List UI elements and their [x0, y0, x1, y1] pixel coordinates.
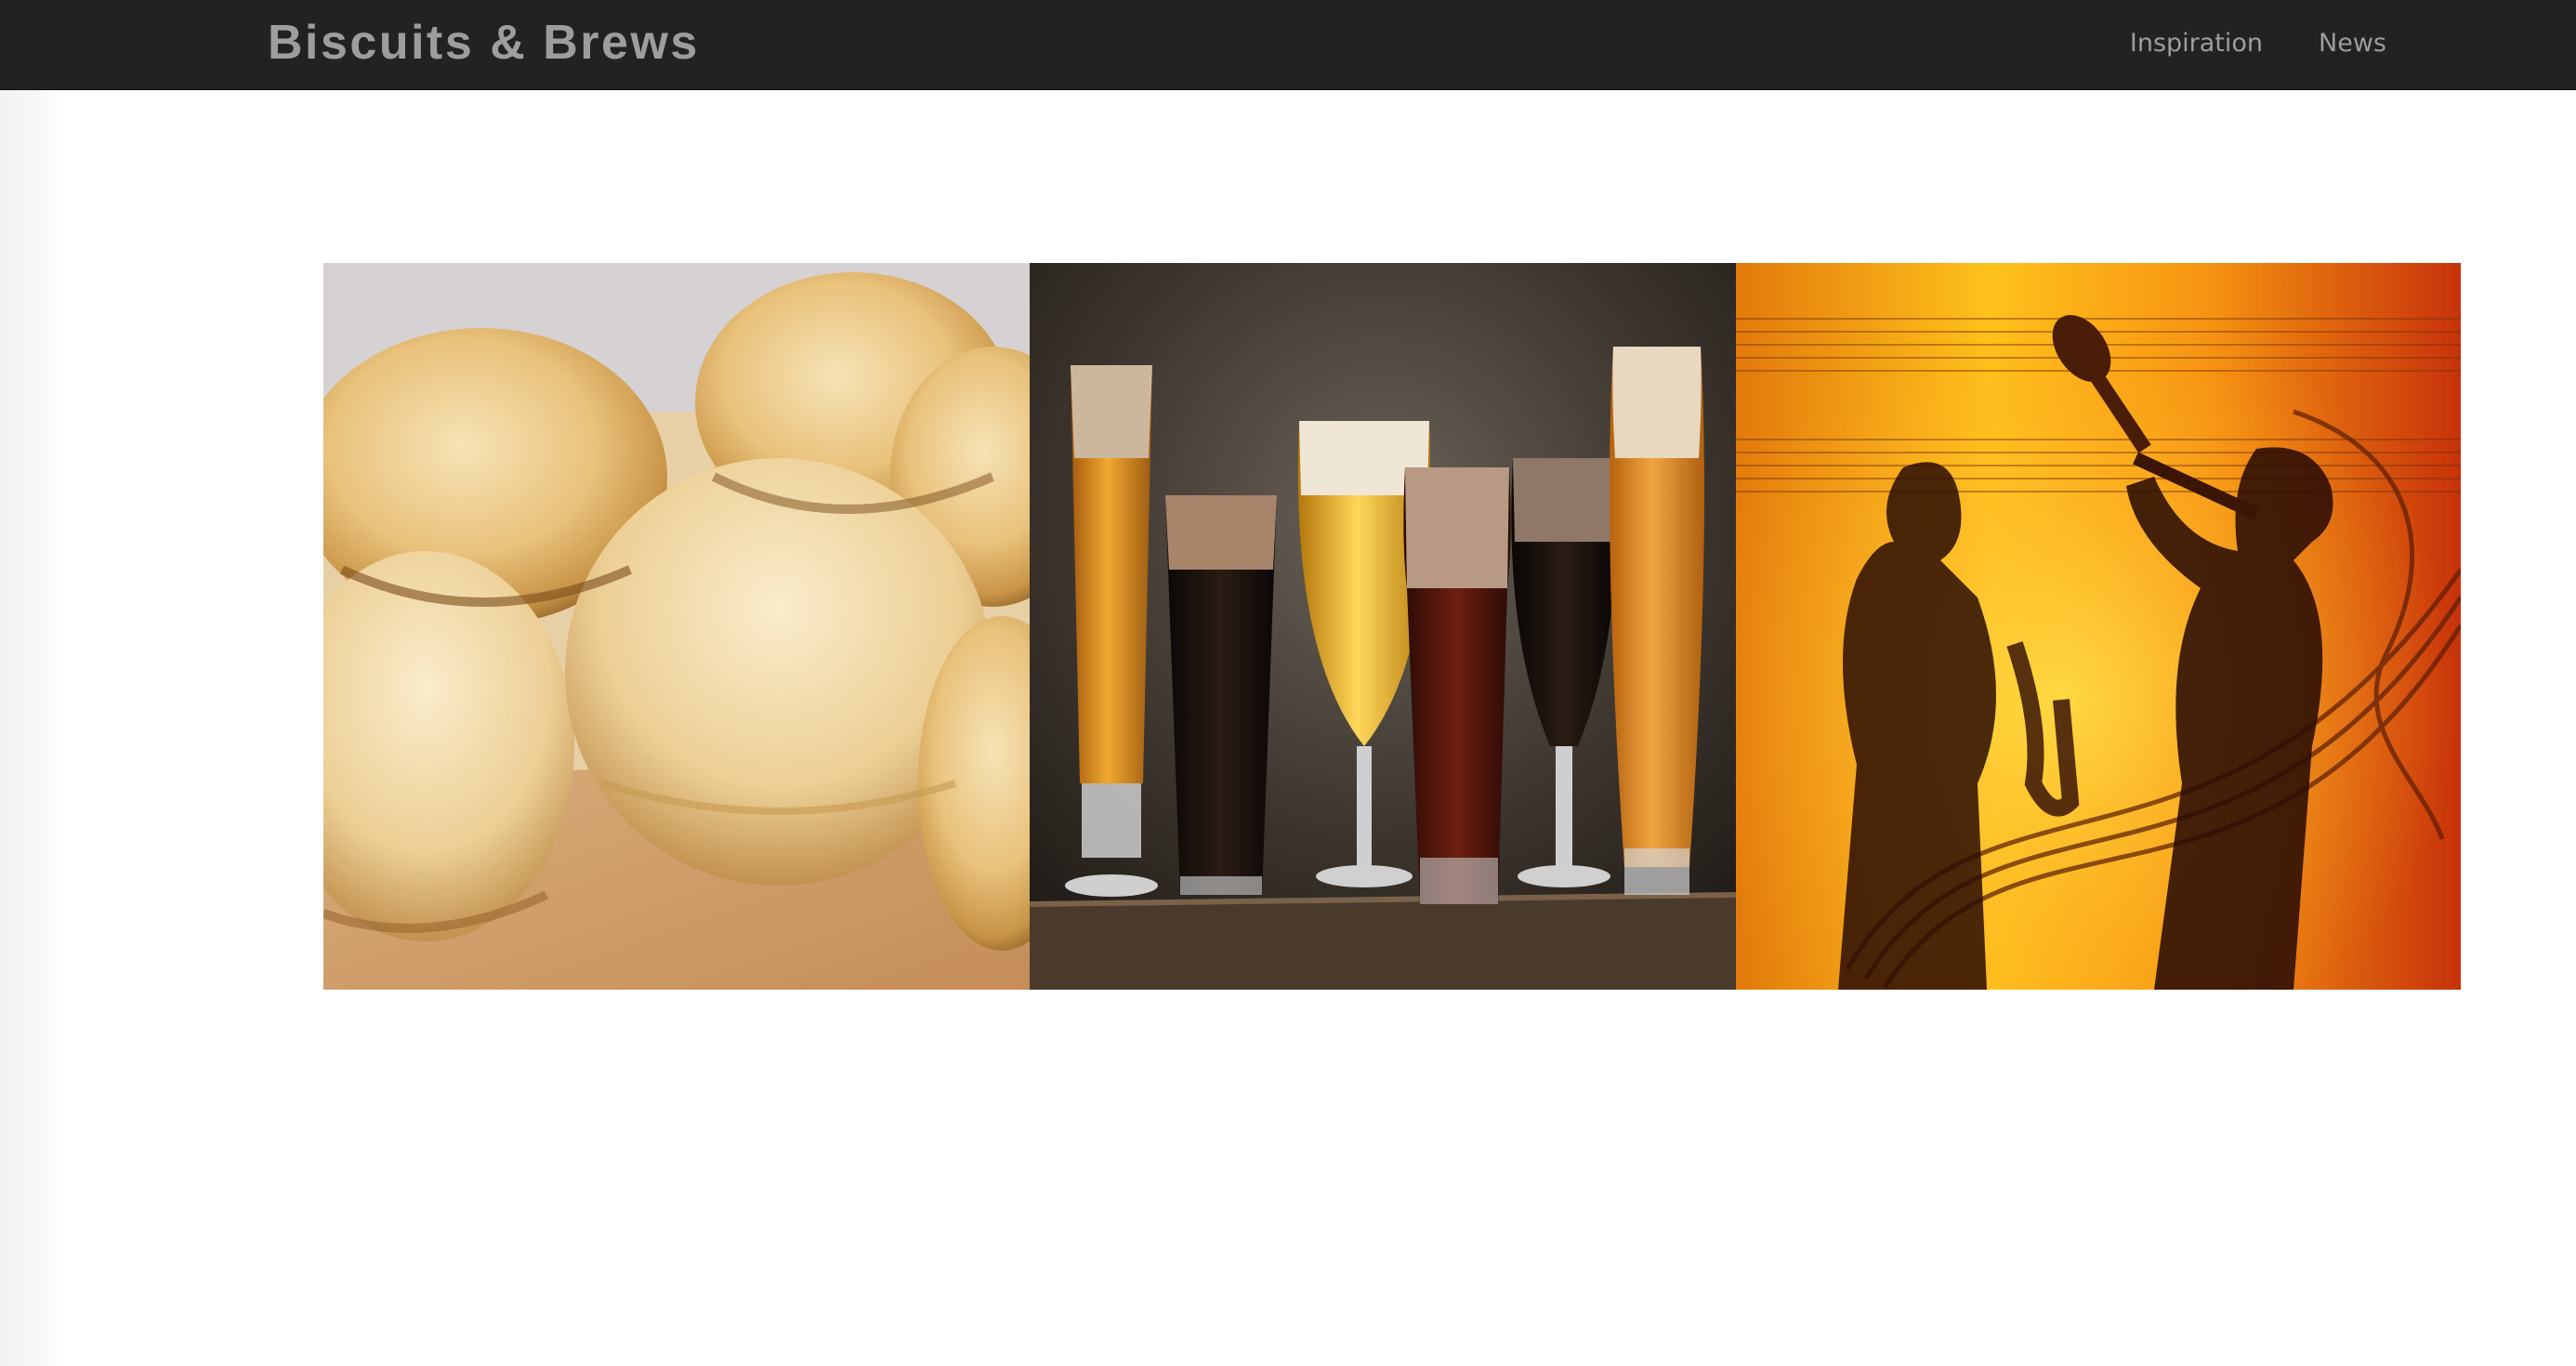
nav-item-news: News [2319, 25, 2386, 62]
nav-menu: Inspiration News [2130, 25, 2386, 62]
hero-gallery [323, 263, 2461, 990]
nav-item-inspiration: Inspiration [2130, 25, 2263, 62]
top-navbar: Biscuits & Brews Inspiration News [0, 0, 2576, 90]
nav-link-inspiration[interactable]: Inspiration [2130, 29, 2263, 58]
brand-link[interactable]: Biscuits & Brews [268, 13, 700, 72]
biscuits-image [323, 263, 1030, 990]
nav-link-news[interactable]: News [2319, 29, 2386, 58]
jazz-musicians-image [1736, 263, 2461, 990]
beer-glasses-image [1030, 263, 1736, 990]
page: Biscuits & Brews Inspiration News [0, 0, 2576, 1366]
page-edge-shadow [0, 90, 65, 1366]
